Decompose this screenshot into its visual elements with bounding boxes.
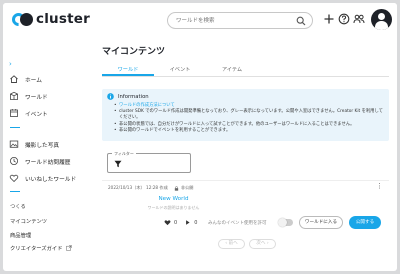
sidebar-link-creators-guide[interactable]: クリエイターズガイド (10, 244, 72, 252)
filter-label: フィルター (112, 151, 136, 157)
next-page-button[interactable]: 次へ › (249, 239, 276, 249)
divider (10, 127, 20, 128)
sidebar-item-event[interactable]: イベント (3, 107, 83, 119)
world-name-link[interactable]: New World (102, 196, 245, 202)
visit-count: 0 (194, 219, 198, 226)
friends-icon[interactable] (353, 13, 365, 25)
divider (10, 191, 20, 192)
sidebar-item-home[interactable]: ホーム (3, 73, 83, 85)
sidebar-item-photos[interactable]: 撮影した写真 (3, 138, 83, 150)
sidebar-item-label: ホーム (25, 77, 42, 84)
sidebar-link-product-management[interactable]: 商品管理 (10, 231, 31, 239)
help-icon[interactable] (338, 13, 350, 25)
world-visibility: 非公開 (180, 185, 194, 190)
sidebar-item-label: いいねしたワールド (25, 176, 77, 183)
information-panel: Information ワールドの作成方法について cluster SDK での… (102, 89, 389, 141)
more-options-icon[interactable]: ⋮ (376, 183, 383, 190)
world-stats: 0 0 (164, 219, 204, 226)
event-permission-toggle[interactable] (278, 218, 293, 227)
like-count: 0 (174, 219, 178, 226)
heart-icon (9, 174, 19, 183)
sidebar-link-my-content[interactable]: マイコンテンツ (10, 217, 47, 225)
information-list: ワールドの作成方法について cluster SDK でのワールド作成は開発準備と… (114, 103, 384, 134)
world-icon (10, 91, 18, 100)
prev-page-button[interactable]: ‹ 前へ (218, 239, 245, 249)
external-link-icon (65, 245, 72, 251)
sidebar-item-world[interactable]: ワールド (3, 90, 83, 102)
search-input[interactable] (176, 14, 294, 27)
list-item: cluster SDK でのワールド作成は開発準備となっており、グレー表示になっ… (114, 109, 384, 121)
plus-icon[interactable] (323, 13, 335, 25)
play-icon (186, 220, 190, 225)
content-tabs: ワールド イベント アイテム (102, 63, 389, 77)
logo-text: cluster (36, 11, 90, 27)
sidebar-item-history[interactable]: ワールド訪問履歴 (3, 155, 83, 167)
information-heading: Information (118, 93, 149, 100)
tab-world[interactable]: ワールド (102, 63, 154, 76)
search-box[interactable] (167, 12, 313, 29)
top-header: cluster (3, 3, 397, 37)
event-permission-label: みんなのイベント使用を許可 (208, 221, 267, 226)
tab-item[interactable]: アイテム (206, 63, 258, 76)
event-icon (10, 109, 18, 117)
sidebar-item-liked-worlds[interactable]: いいねしたワールド (3, 172, 83, 184)
tab-event[interactable]: イベント (154, 63, 206, 76)
photo-icon (9, 140, 19, 148)
world-creation-guide-link[interactable]: ワールドの作成方法について (119, 103, 175, 108)
history-icon (10, 157, 18, 165)
page-title: マイコンテンツ (102, 47, 166, 57)
lock-icon (174, 185, 178, 191)
user-avatar[interactable] (371, 9, 392, 30)
prev-page-label: 前へ (228, 241, 238, 246)
publish-button[interactable]: 公開する (349, 216, 381, 229)
app-window: cluster › (3, 3, 397, 271)
cluster-logo-icon (9, 9, 33, 29)
home-icon (10, 75, 18, 83)
world-created-date: 2022/10/13（木） 12:28 作成 (108, 185, 168, 190)
world-description: ワールドの説明はありません (147, 205, 200, 210)
info-icon (107, 93, 114, 100)
sidebar-item-label: イベント (25, 111, 48, 118)
sidebar-item-label: ワールド (25, 94, 48, 101)
search-icon[interactable] (296, 16, 306, 26)
chevron-right-icon[interactable]: › (9, 60, 12, 68)
world-card: 2022/10/13（木） 12:28 作成 非公開 ⋮ New World ワ… (102, 180, 389, 233)
sidebar-link-label: クリエイターズガイド (10, 246, 63, 252)
filter-select[interactable]: フィルター (107, 151, 191, 173)
browser-frame: cluster › (0, 0, 400, 274)
information-header: Information (107, 93, 149, 100)
section-create-label: つくる (10, 204, 26, 210)
heart-icon (164, 220, 171, 226)
next-page-label: 次へ (256, 241, 266, 246)
sidebar-item-label: ワールド訪問履歴 (25, 159, 71, 166)
filter-icon (114, 160, 122, 168)
enter-world-button[interactable]: ワールドに入る (299, 216, 343, 229)
sidebar-item-label: 撮影した写真 (25, 142, 60, 149)
world-meta: 2022/10/13（木） 12:28 作成 非公開 (108, 185, 193, 191)
list-item: 非公開のワールドでイベントを利用することができます。 (114, 128, 384, 134)
cluster-logo[interactable]: cluster (9, 9, 90, 29)
